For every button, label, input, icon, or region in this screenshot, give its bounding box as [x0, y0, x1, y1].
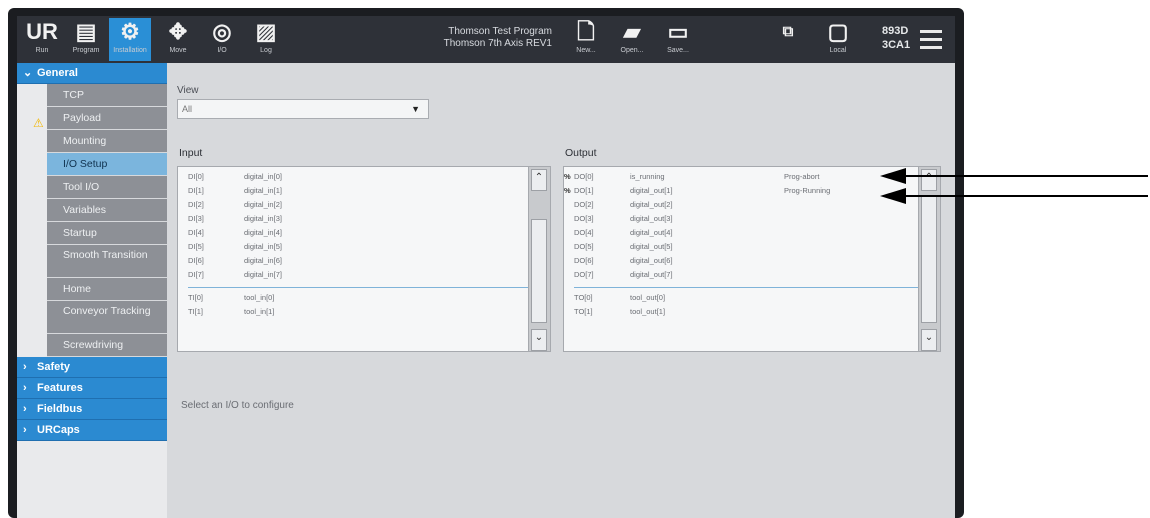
annotation-arrow-bottom — [880, 188, 1148, 204]
annotation-arrow-top — [880, 168, 1148, 184]
annotation-arrows — [880, 168, 1148, 204]
